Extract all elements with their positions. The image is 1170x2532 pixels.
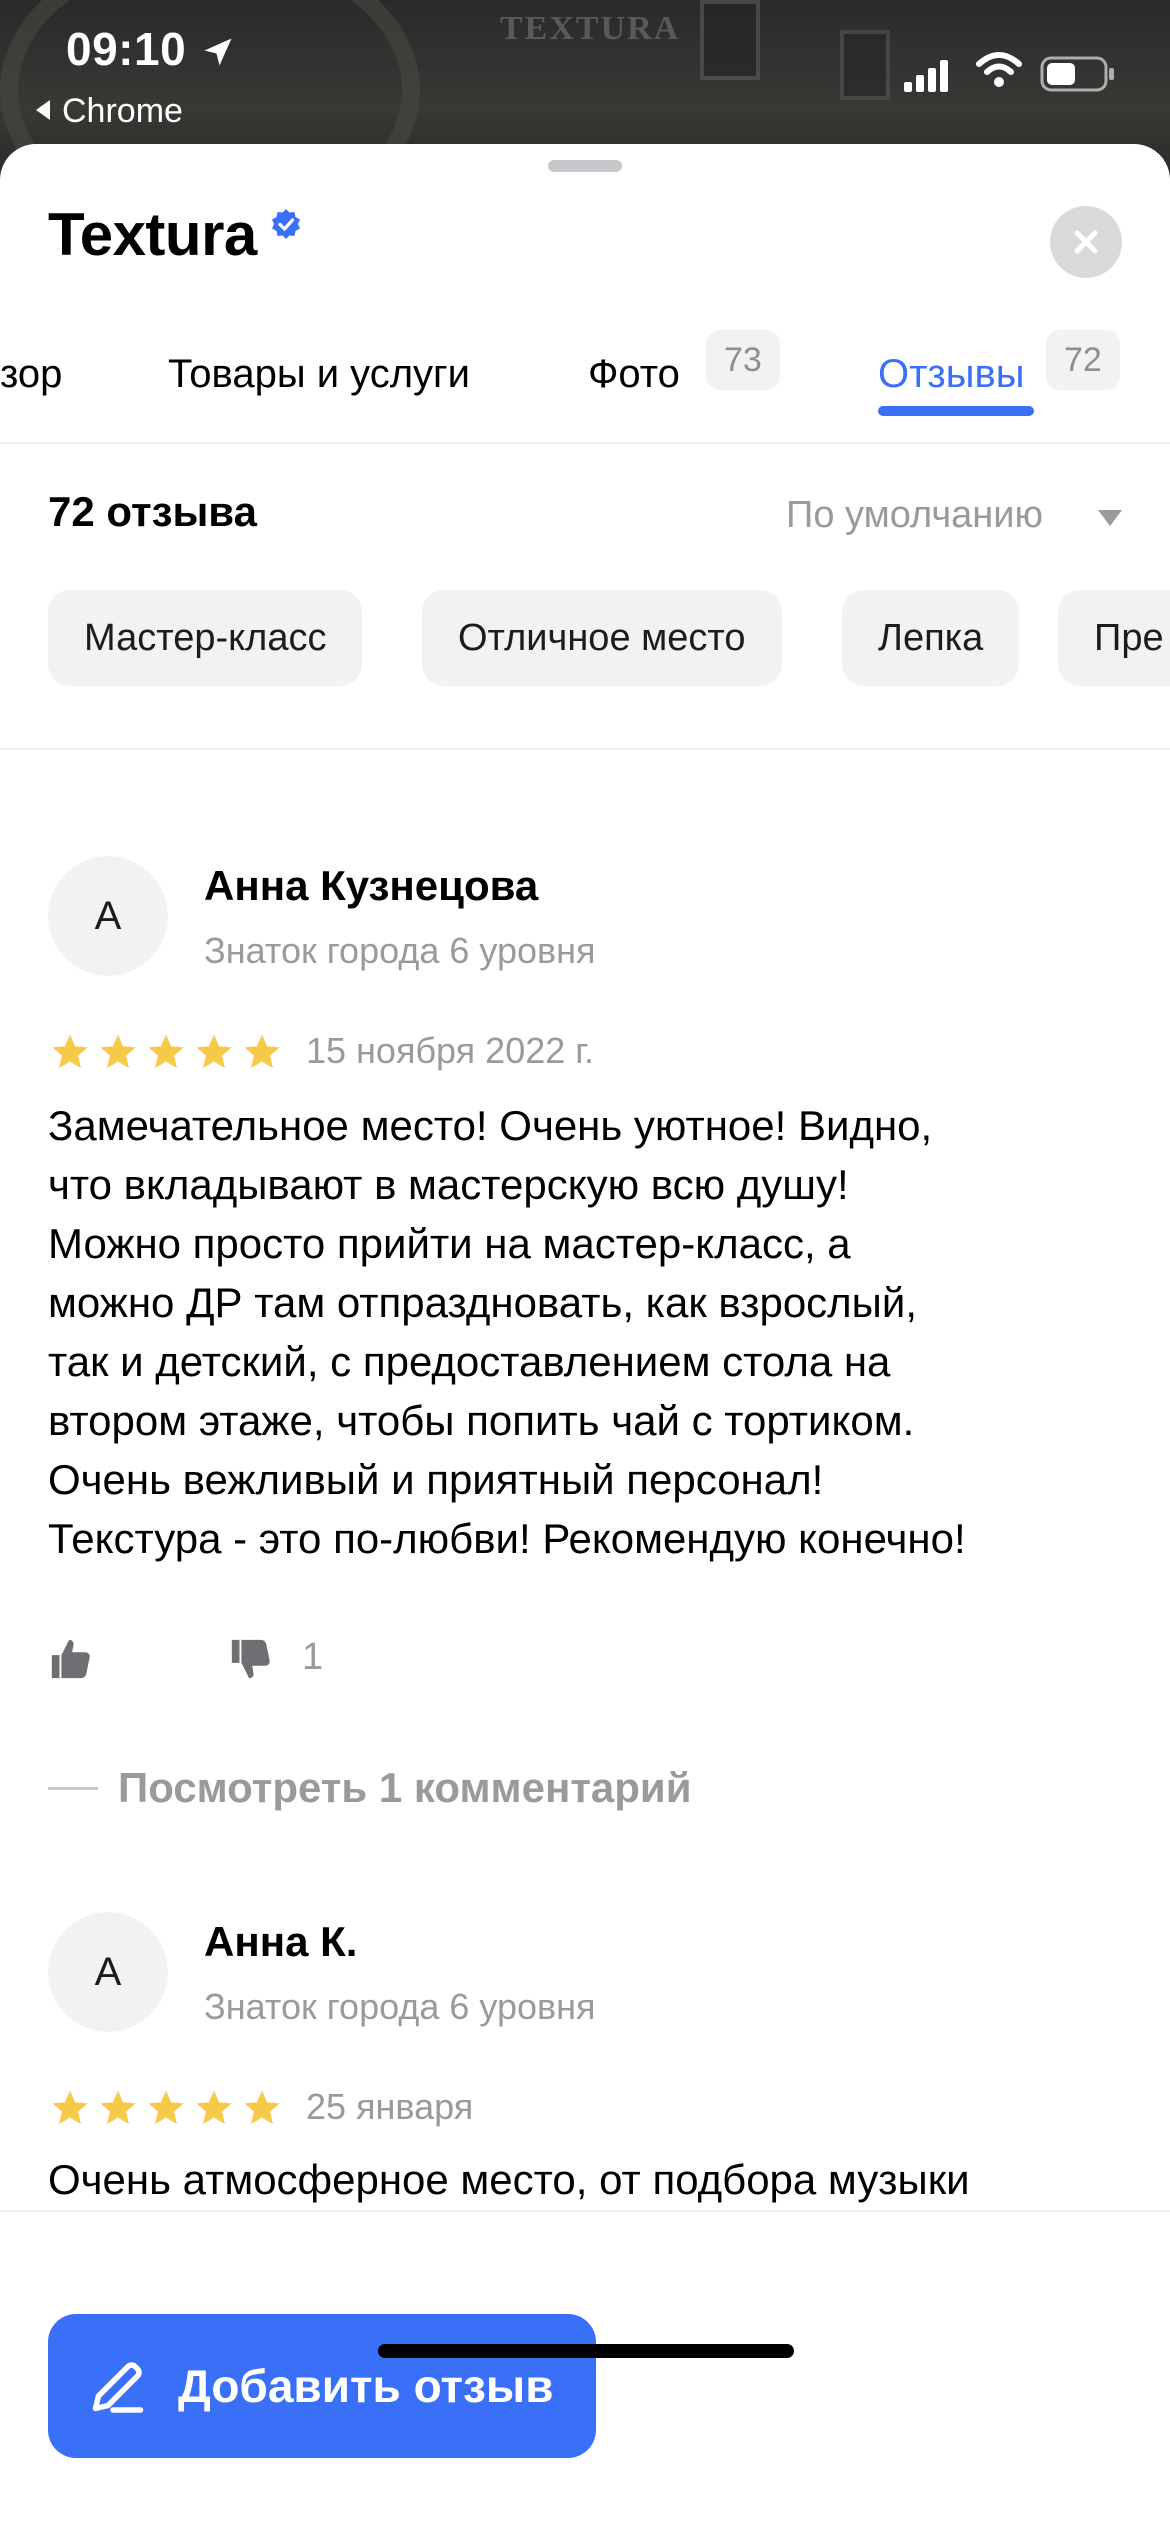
reviewer-level: Знаток города 6 уровня [204,1986,596,2027]
review-text-line: можно ДР там отпраздновать, как взрослый… [48,1279,917,1326]
star-icon [52,1034,88,1069]
tab-photos[interactable]: Фото [588,352,680,397]
tab-overview[interactable]: зор [0,352,62,397]
photo-sign: TEXTURA [500,10,681,47]
back-arrow-icon [36,100,50,120]
dislike-count: 1 [302,1636,324,1678]
chip-modeling[interactable]: Лепка [842,590,1020,686]
review-text-line: втором этаже, чтобы попить чай с тортико… [48,1397,915,1444]
close-icon [1074,230,1098,254]
sheet-grabber[interactable] [548,160,622,172]
home-indicator[interactable] [378,2344,794,2358]
chevron-down-icon[interactable] [1098,510,1122,526]
review-date: 25 января [306,2086,474,2127]
review-text-line: Текстура - это по-любви! Рекомендую коне… [48,1515,966,1562]
active-tab-indicator [878,406,1034,416]
location-arrow-icon [204,38,232,66]
reviewer-level: Знаток города 6 уровня [204,930,596,971]
pencil-icon [92,2362,144,2413]
tab-photos-count: 73 [706,330,780,390]
photo-window [700,0,760,80]
battery-icon [1040,56,1114,92]
reviewer-name[interactable]: Анна К. [204,1918,357,1966]
back-app-label: Chrome [62,92,183,130]
star-icon [52,2090,88,2125]
avatar[interactable]: А [48,856,168,976]
star-icon [148,1034,184,1069]
tab-reviews[interactable]: Отзывы [878,352,1025,397]
review-text-line: Очень атмосферное место, от подбора музы… [48,2156,970,2203]
star-icon [244,1034,280,1069]
tab-goods-services[interactable]: Товары и услуги [168,352,470,397]
thumbs-up-icon[interactable] [48,1636,94,1682]
wifi-icon [976,52,1022,87]
review-text-line: Замечательное место! Очень уютное! Видно… [48,1102,933,1149]
bottom-action-bar: Добавить отзыв [0,2210,1170,2532]
review-text-line: Очень вежливый и приятный персонал! [48,1456,824,1503]
reviews-count: 72 отзыва [48,488,257,535]
place-card-sheet: Textura зор Товары и услуги Фото 73 Отзы… [0,144,1170,2532]
section-divider [0,748,1170,750]
chip-master-class[interactable]: Мастер-класс [48,590,363,686]
thumbs-down-icon[interactable] [228,1636,274,1682]
star-icon [100,1034,136,1069]
star-icon [244,2090,280,2125]
star-icon [196,2090,232,2125]
rating-stars [50,2088,290,2128]
avatar[interactable]: А [48,1912,168,2032]
star-icon [100,2090,136,2125]
close-button[interactable] [1050,206,1122,278]
add-review-label: Добавить отзыв [178,2360,554,2412]
review-text-line: Можно просто прийти на мастер-класс, а [48,1220,851,1267]
rating-stars [50,1032,290,1072]
place-title: Textura [48,201,257,268]
review-date: 15 ноября 2022 г. [306,1030,594,1071]
comments-dash [48,1787,98,1790]
verified-badge-icon [272,209,300,239]
view-comments-link[interactable]: Посмотреть 1 комментарий [48,1764,692,1812]
star-icon [148,2090,184,2125]
add-review-button[interactable]: Добавить отзыв [48,2314,596,2458]
status-time: 09:10 [66,23,187,75]
review-text-line: так и детский, с предоставлением стола н… [48,1338,891,1385]
chip-more[interactable]: Пре [1058,590,1170,686]
review-text-line: что вкладывают в мастерскую всю душу! [48,1161,849,1208]
review-text: Очень атмосферное место, от подбора музы… [48,2150,1128,2209]
chip-great-place[interactable]: Отличное место [422,590,782,686]
photo-window [840,30,890,100]
sort-dropdown[interactable]: По умолчанию [786,494,1043,537]
review-text: Замечательное место! Очень уютное! Видно… [48,1096,1128,1568]
back-to-app-link[interactable]: Chrome [36,92,183,131]
star-icon [196,1034,232,1069]
reviewer-name[interactable]: Анна Кузнецова [204,862,538,910]
tab-reviews-count: 72 [1046,330,1120,390]
cellular-signal-icon [904,60,948,92]
view-comments-label: Посмотреть 1 комментарий [118,1764,692,1811]
